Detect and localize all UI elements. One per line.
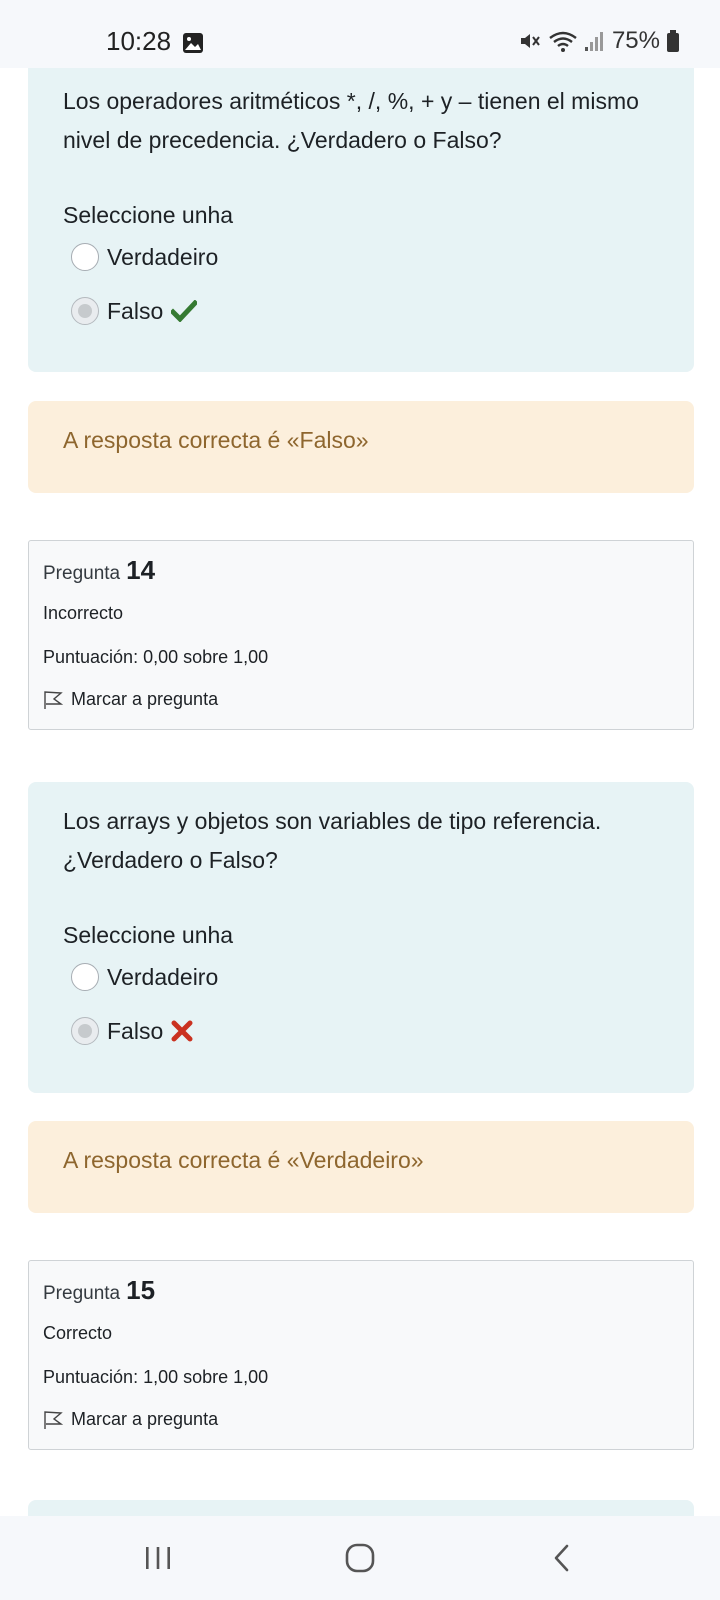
recent-apps-icon [146,1547,170,1569]
question-14-content: Los arrays y objetos son variables de ti… [28,782,694,1093]
question-grade: Puntuación: 1,00 sobre 1,00 [43,1367,269,1387]
flag-label: Marcar a pregunta [71,689,219,709]
battery-icon [667,30,679,52]
question-state: Correcto [43,1323,113,1343]
check-icon [171,300,198,322]
question-text: Los operadores aritméticos *, /, %, + y … [63,88,639,153]
gallery-icon [183,33,203,53]
radio-button[interactable] [71,243,99,271]
flag-label: Marcar a pregunta [71,1409,219,1429]
wifi-icon [549,31,577,52]
option-label: Verdadeiro [107,243,219,270]
home-button[interactable] [330,1534,390,1582]
status-icons: 75% [518,26,680,56]
option-falso[interactable]: Falso [71,294,198,328]
correct-answer-text: A resposta correcta é «Falso» [63,427,369,453]
quiz-review-content: Los operadores aritméticos *, /, %, + y … [0,0,720,1600]
flag-icon [44,690,63,709]
battery-percent: 75% [611,27,660,54]
question-number-value: 15 [126,1275,156,1305]
question-state: Incorrecto [43,603,124,623]
cross-icon [171,1020,193,1042]
question-14-info: Pregunta 14 Incorrecto Puntuación: 0,00 … [28,540,694,730]
system-nav-bar [0,1516,720,1600]
status-time: 10:28 [106,26,172,56]
option-label: Falso [107,1017,164,1044]
status-bar: 10:28 75% [0,0,720,68]
flag-question-button[interactable]: Marcar a pregunta [43,1409,218,1430]
mute-icon [520,34,540,48]
flag-icon [44,1410,63,1429]
question-number: Pregunta 15 [43,1275,155,1306]
option-label: Verdadeiro [107,963,219,990]
radio-button-checked[interactable] [71,1017,99,1045]
correct-answer-text: A resposta correcta é «Verdadeiro» [63,1147,424,1173]
select-prompt: Seleccione unha [63,922,234,948]
home-icon [345,1543,375,1573]
recent-apps-button[interactable] [128,1534,188,1582]
question-number: Pregunta 14 [43,555,155,586]
back-button[interactable] [532,1534,592,1582]
signal-icon [584,32,603,51]
option-falso[interactable]: Falso [71,1014,193,1048]
flag-question-button[interactable]: Marcar a pregunta [43,689,218,710]
option-verdadeiro[interactable]: Verdadeiro [71,240,218,274]
question-13-content: Los operadores aritméticos *, /, %, + y … [28,40,694,372]
back-icon [554,1544,569,1572]
question-label: Pregunta [43,1283,121,1304]
radio-button-checked[interactable] [71,297,99,325]
option-label: Falso [107,297,164,324]
question-text: Los arrays y objetos son variables de ti… [63,808,602,873]
question-15-info: Pregunta 15 Correcto Puntuación: 1,00 so… [28,1260,694,1450]
question-label: Pregunta [43,563,121,584]
question-number-value: 14 [126,555,156,585]
select-prompt: Seleccione unha [63,202,234,228]
question-13-feedback: A resposta correcta é «Falso» [28,401,694,493]
question-grade: Puntuación: 0,00 sobre 1,00 [43,647,269,667]
radio-button[interactable] [71,963,99,991]
question-14-feedback: A resposta correcta é «Verdadeiro» [28,1121,694,1213]
option-verdadeiro[interactable]: Verdadeiro [71,960,218,994]
